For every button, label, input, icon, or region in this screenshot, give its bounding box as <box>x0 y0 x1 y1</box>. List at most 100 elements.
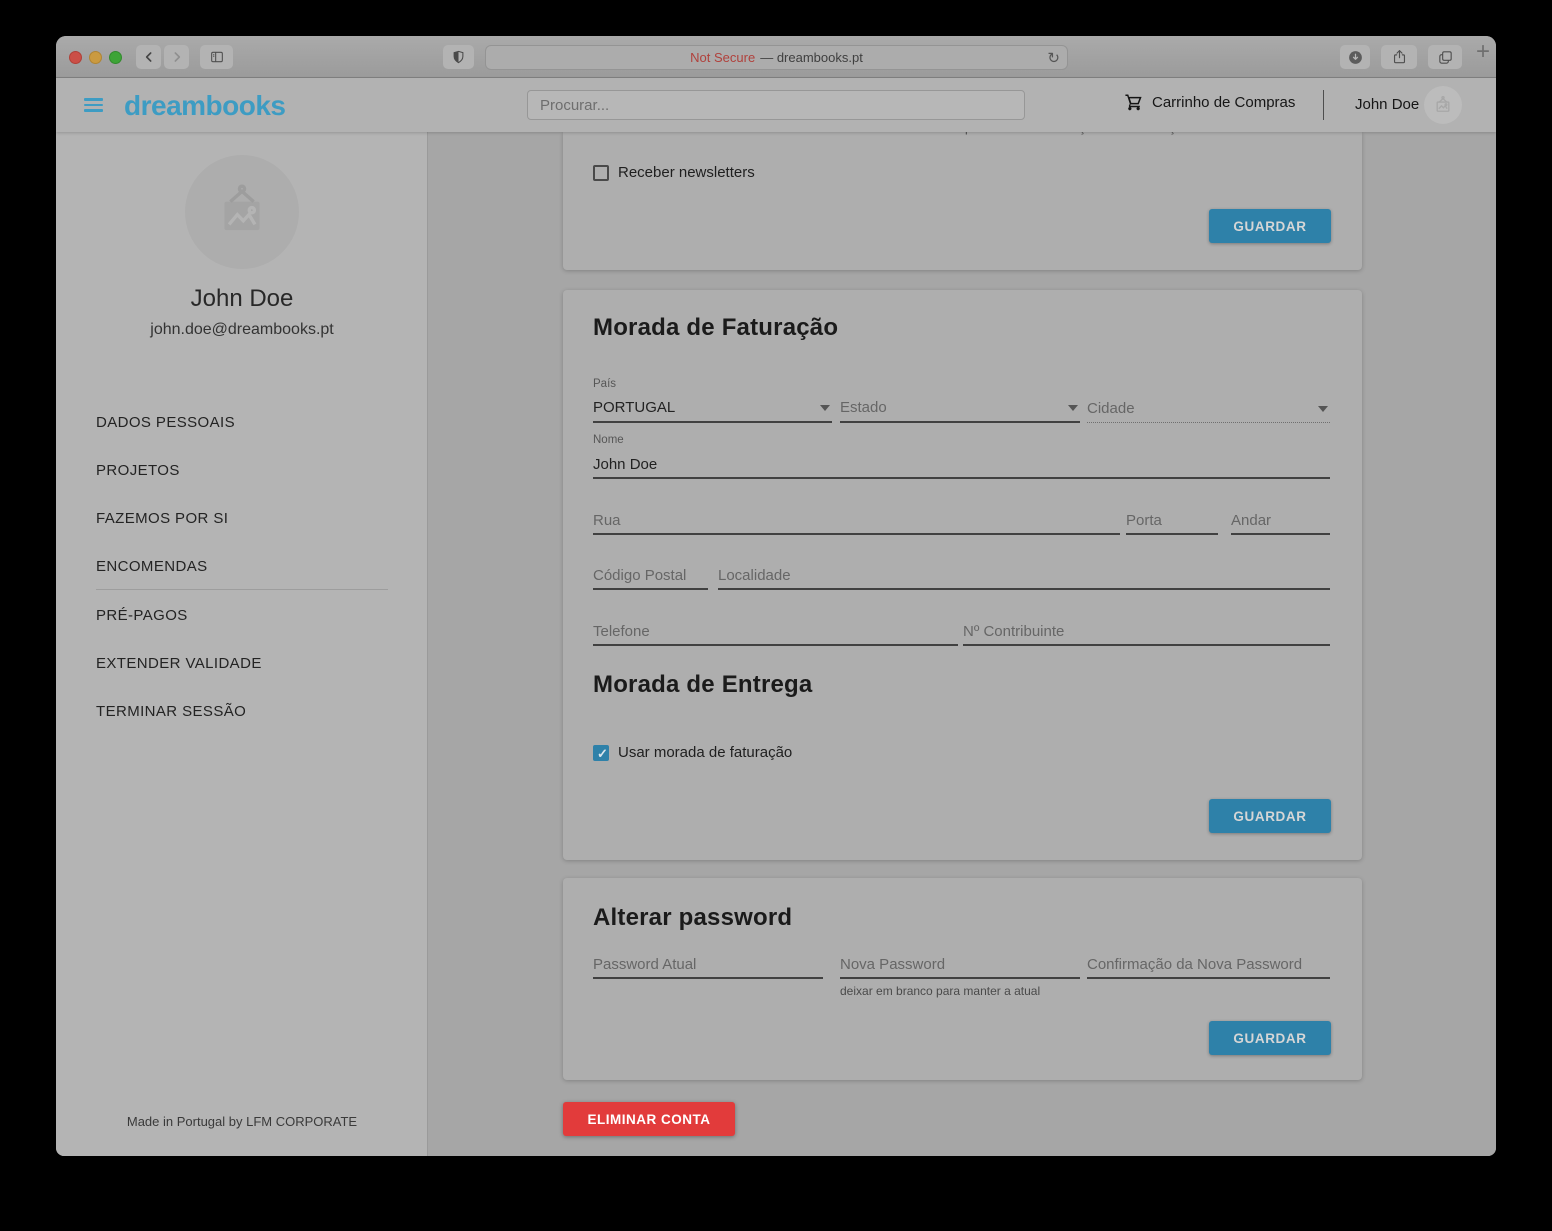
change-password-card: Alterar password deixar em branco para m… <box>563 878 1362 1080</box>
shield-icon <box>451 49 466 65</box>
notifications-card: para envio de notificações e comunicaçõe… <box>563 132 1362 270</box>
country-value: PORTUGAL <box>593 399 675 416</box>
sidebar-item-projetos[interactable]: PROJETOS <box>96 462 388 479</box>
new-password-input[interactable] <box>840 951 1080 977</box>
vat-input[interactable] <box>963 618 1330 644</box>
sidebar-item-dados-pessoais[interactable]: DADOS PESSOAIS <box>96 414 388 431</box>
shipping-title: Morada de Entrega <box>593 671 812 699</box>
sidebar-item-pre-pagos[interactable]: PRÉ-PAGOS <box>96 607 388 624</box>
current-password-input[interactable] <box>593 951 823 977</box>
download-icon <box>1347 49 1364 66</box>
sidebar-icon <box>208 49 226 65</box>
main-content: para envio de notificações e comunicaçõe… <box>428 132 1496 1156</box>
profile-name: John Doe <box>56 285 428 313</box>
chevron-down-icon <box>1318 406 1328 412</box>
city-placeholder: Cidade <box>1087 400 1135 417</box>
address-bar[interactable]: Not Secure — dreambooks.pt ↻ <box>485 45 1068 70</box>
notifications-helper-text: para envio de notificações e comunicaçõe… <box>965 132 1194 135</box>
city-select[interactable]: Cidade <box>1087 378 1330 423</box>
sidebar-item-fazemos-por-si[interactable]: FAZEMOS POR SI <box>96 510 388 527</box>
billing-title: Morada de Faturação <box>593 314 838 342</box>
chevron-down-icon <box>820 405 830 411</box>
phone-input[interactable] <box>593 618 958 644</box>
billing-address-card: Morada de Faturação País PORTUGAL Estado… <box>563 290 1362 860</box>
profile-email: john.doe@dreambooks.pt <box>56 321 428 339</box>
state-placeholder: Estado <box>840 399 887 416</box>
door-input[interactable] <box>1126 507 1218 533</box>
site-logo[interactable]: dreambooks <box>124 90 286 122</box>
new-password-field <box>840 943 1080 979</box>
current-password-field <box>593 943 823 979</box>
newsletter-label: Receber newsletters <box>618 164 755 181</box>
browser-toolbar: Not Secure — dreambooks.pt ↻ + <box>56 36 1496 78</box>
use-billing-label: Usar morada de faturação <box>618 744 792 761</box>
zoom-window-button[interactable] <box>109 51 122 64</box>
sidebar-item-extender-validade[interactable]: EXTENDER VALIDADE <box>96 655 388 672</box>
profile-avatar[interactable] <box>185 155 299 269</box>
site-header: dreambooks Carrinho de Compras John Doe <box>56 78 1496 132</box>
tab-overview-button[interactable] <box>1428 45 1462 69</box>
sidebar-toggle-button[interactable] <box>200 45 233 69</box>
share-icon <box>1391 48 1408 66</box>
account-sidebar: John Doe john.doe@dreambooks.pt DADOS PE… <box>56 132 428 1156</box>
phone-field <box>593 610 958 646</box>
not-secure-label: Not Secure <box>690 50 755 65</box>
cart-label: Carrinho de Compras <box>1152 94 1295 111</box>
floor-field <box>1231 499 1330 535</box>
sidebar-divider <box>96 589 388 590</box>
forward-button[interactable] <box>164 45 189 69</box>
chevron-right-icon <box>169 49 185 65</box>
cart-button[interactable]: Carrinho de Compras <box>1124 92 1295 112</box>
locality-input[interactable] <box>718 562 1330 588</box>
image-placeholder-icon <box>1433 95 1453 115</box>
zip-field <box>593 554 708 590</box>
browser-window: Not Secure — dreambooks.pt ↻ + dreambook… <box>56 36 1496 1156</box>
save-button[interactable]: GUARDAR <box>1209 799 1331 833</box>
reload-icon[interactable]: ↻ <box>1047 49 1060 67</box>
street-input[interactable] <box>593 507 1120 533</box>
save-button[interactable]: GUARDAR <box>1209 209 1331 243</box>
zip-input[interactable] <box>593 562 708 588</box>
chevron-left-icon <box>141 49 157 65</box>
floor-input[interactable] <box>1231 507 1330 533</box>
door-field <box>1126 499 1218 535</box>
search-input[interactable] <box>527 90 1025 120</box>
tabs-icon <box>1437 49 1454 66</box>
delete-account-button[interactable]: ELIMINAR CONTA <box>563 1102 735 1136</box>
state-select[interactable]: Estado <box>840 378 1080 423</box>
use-billing-checkbox-row[interactable]: Usar morada de faturação <box>593 744 792 761</box>
use-billing-checkbox[interactable] <box>593 745 609 761</box>
sidebar-item-terminar-sessao[interactable]: TERMINAR SESSÃO <box>96 703 388 720</box>
header-divider <box>1323 90 1324 120</box>
name-input[interactable] <box>593 451 1330 477</box>
share-button[interactable] <box>1381 45 1417 69</box>
newsletter-checkbox[interactable] <box>593 165 609 181</box>
sidebar-footer-text: Made in Portugal by LFM CORPORATE <box>56 1114 428 1129</box>
country-select[interactable]: País PORTUGAL <box>593 378 832 423</box>
url-text: — dreambooks.pt <box>760 50 863 65</box>
chevron-down-icon <box>1068 405 1078 411</box>
sidebar-item-encomendas[interactable]: ENCOMENDAS <box>96 558 388 575</box>
newsletter-checkbox-row[interactable]: Receber newsletters <box>593 164 755 181</box>
password-title: Alterar password <box>593 904 792 932</box>
header-avatar[interactable] <box>1424 86 1462 124</box>
confirm-password-input[interactable] <box>1087 951 1330 977</box>
vat-field <box>963 610 1330 646</box>
cart-icon <box>1124 92 1144 112</box>
save-button[interactable]: GUARDAR <box>1209 1021 1331 1055</box>
country-label: País <box>593 378 616 390</box>
street-field <box>593 499 1120 535</box>
header-user-name[interactable]: John Doe <box>1355 96 1419 113</box>
privacy-report-button[interactable] <box>443 45 474 69</box>
new-tab-button[interactable]: + <box>1476 40 1490 64</box>
menu-icon[interactable] <box>84 98 103 112</box>
close-window-button[interactable] <box>69 51 82 64</box>
locality-field <box>718 554 1330 590</box>
image-placeholder-icon <box>211 181 273 243</box>
minimize-window-button[interactable] <box>89 51 102 64</box>
downloads-button[interactable] <box>1340 45 1370 69</box>
name-field: Nome <box>593 434 1330 479</box>
back-button[interactable] <box>136 45 161 69</box>
password-helper-text: deixar em branco para manter a atual <box>840 984 1040 998</box>
name-label: Nome <box>593 434 624 446</box>
